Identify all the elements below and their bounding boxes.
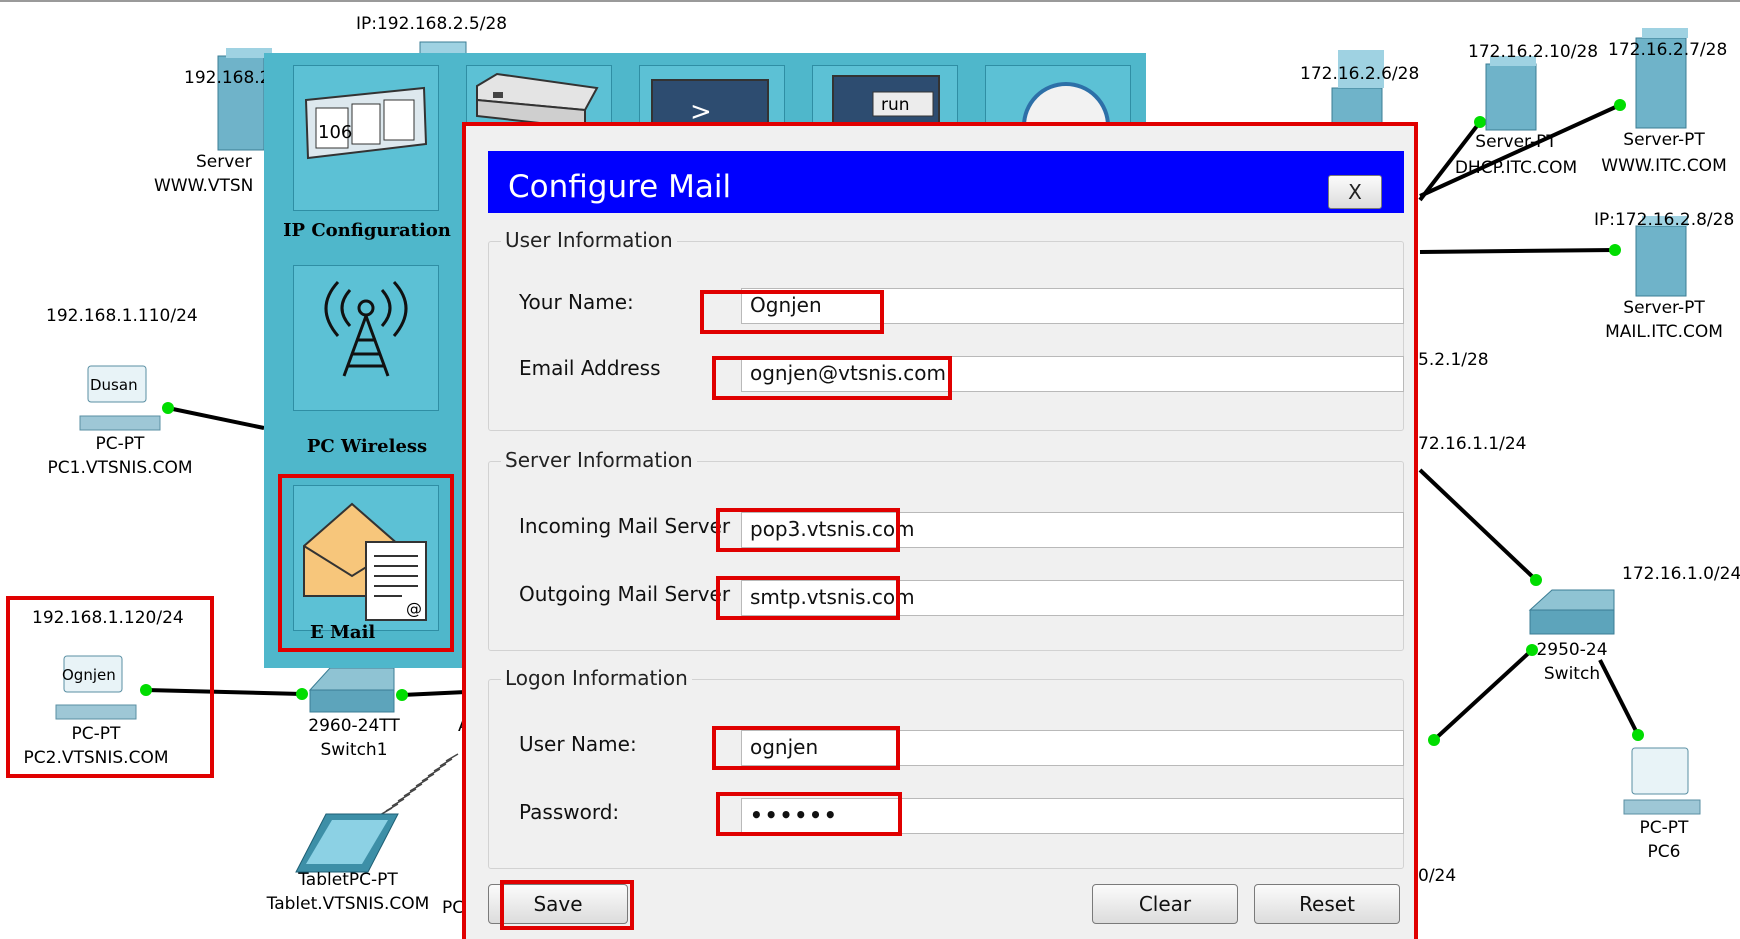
your-name-highlight-box	[700, 290, 884, 334]
pc6-icon[interactable]	[1623, 747, 1701, 815]
pc6-type-label: PC-PT	[1639, 818, 1689, 838]
server-dhcp-name-label: DHCP.ITC.COM	[1454, 158, 1578, 178]
link-switch-pc6	[1598, 659, 1640, 736]
server-mail-name-label: MAIL.ITC.COM	[1605, 322, 1723, 342]
bottom-ip-label: 0/24	[1418, 866, 1457, 886]
switch-right-name-label: Switch	[1543, 664, 1601, 684]
switch-right-type-label: 2950-24	[1536, 640, 1608, 660]
pc1-ip-label: 192.168.1.110/24	[46, 306, 198, 326]
user-name-highlight-box	[712, 726, 900, 770]
server-left-type-label: Server	[196, 152, 252, 172]
pc-wireless-app[interactable]	[293, 265, 439, 411]
link-router-switch	[1418, 468, 1538, 582]
switch-right-icon[interactable]	[1528, 589, 1615, 635]
server-left-ip-label: 192.168.2	[184, 68, 271, 88]
pc2-highlight-box	[6, 596, 214, 778]
ip-configuration-app[interactable]: 106	[293, 65, 439, 211]
outgoing-server-highlight-box	[716, 576, 900, 620]
tablet-suffix-label: PC	[442, 898, 465, 918]
mail-dialog-highlight-box	[462, 122, 1418, 939]
svg-text:106: 106	[318, 122, 352, 143]
switch1-icon[interactable]	[308, 667, 395, 713]
switch1-name-label: Switch1	[320, 740, 388, 760]
pc-wireless-label: PC Wireless	[306, 436, 428, 457]
subnet-label: 172.16.1.0/24	[1622, 564, 1740, 584]
server-www-ip-a-label: 172.16.2.10/28	[1468, 42, 1599, 62]
email-address-highlight-box	[712, 356, 952, 400]
server-mail-ip-label: IP:172.16.2.8/28	[1594, 210, 1735, 230]
link-switch1-router	[401, 690, 467, 697]
save-button-highlight-box	[500, 880, 634, 930]
wireless-link	[379, 753, 459, 816]
svg-text:run: run	[881, 95, 910, 115]
server-www-name-label: WWW.ITC.COM	[1601, 156, 1727, 176]
top-server-ip-label: IP:192.168.2.5/28	[356, 14, 508, 34]
router-ip2-label: 72.16.1.1/24	[1418, 434, 1527, 454]
pc1-user-label: Dusan	[90, 376, 138, 394]
server-dhcp-ip-label: 172.16.2.6/28	[1300, 64, 1420, 84]
email-app-highlight-box	[278, 474, 454, 652]
incoming-server-highlight-box	[716, 508, 900, 552]
link-router-mail	[1419, 248, 1616, 254]
server-itc-icon[interactable]	[1485, 56, 1537, 131]
router-ip1-label: 5.2.1/28	[1418, 350, 1489, 370]
server-www-type-label: Server-PT	[1623, 130, 1705, 150]
pc6-name-label: PC6	[1647, 842, 1681, 862]
server-mail-type-label: Server-PT	[1623, 298, 1705, 318]
tablet-icon[interactable]	[295, 813, 399, 873]
pc1-name-label: PC1.VTSNIS.COM	[47, 458, 193, 478]
link-switch-router2	[1432, 648, 1534, 742]
link-pc1-switch	[167, 406, 265, 430]
server-dhcp-type-label: Server-PT	[1475, 132, 1557, 152]
server-www-ip-b-label: 172.16.2.7/28	[1608, 40, 1728, 60]
tablet-type-label: TabletPC-PT	[298, 870, 398, 890]
server-left-name-label: WWW.VTSN	[154, 176, 254, 196]
tablet-name-label: Tablet.VTSNIS.COM	[266, 894, 430, 914]
password-highlight-box	[716, 792, 902, 836]
pc1-type-label: PC-PT	[95, 434, 145, 454]
antenna-icon	[324, 280, 408, 377]
switch1-type-label: 2960-24TT	[308, 716, 400, 736]
server-dhcp-icon[interactable]	[1331, 50, 1384, 131]
ip-configuration-label: IP Configuration	[283, 220, 451, 241]
ip-configuration-icon: 106	[304, 86, 428, 160]
